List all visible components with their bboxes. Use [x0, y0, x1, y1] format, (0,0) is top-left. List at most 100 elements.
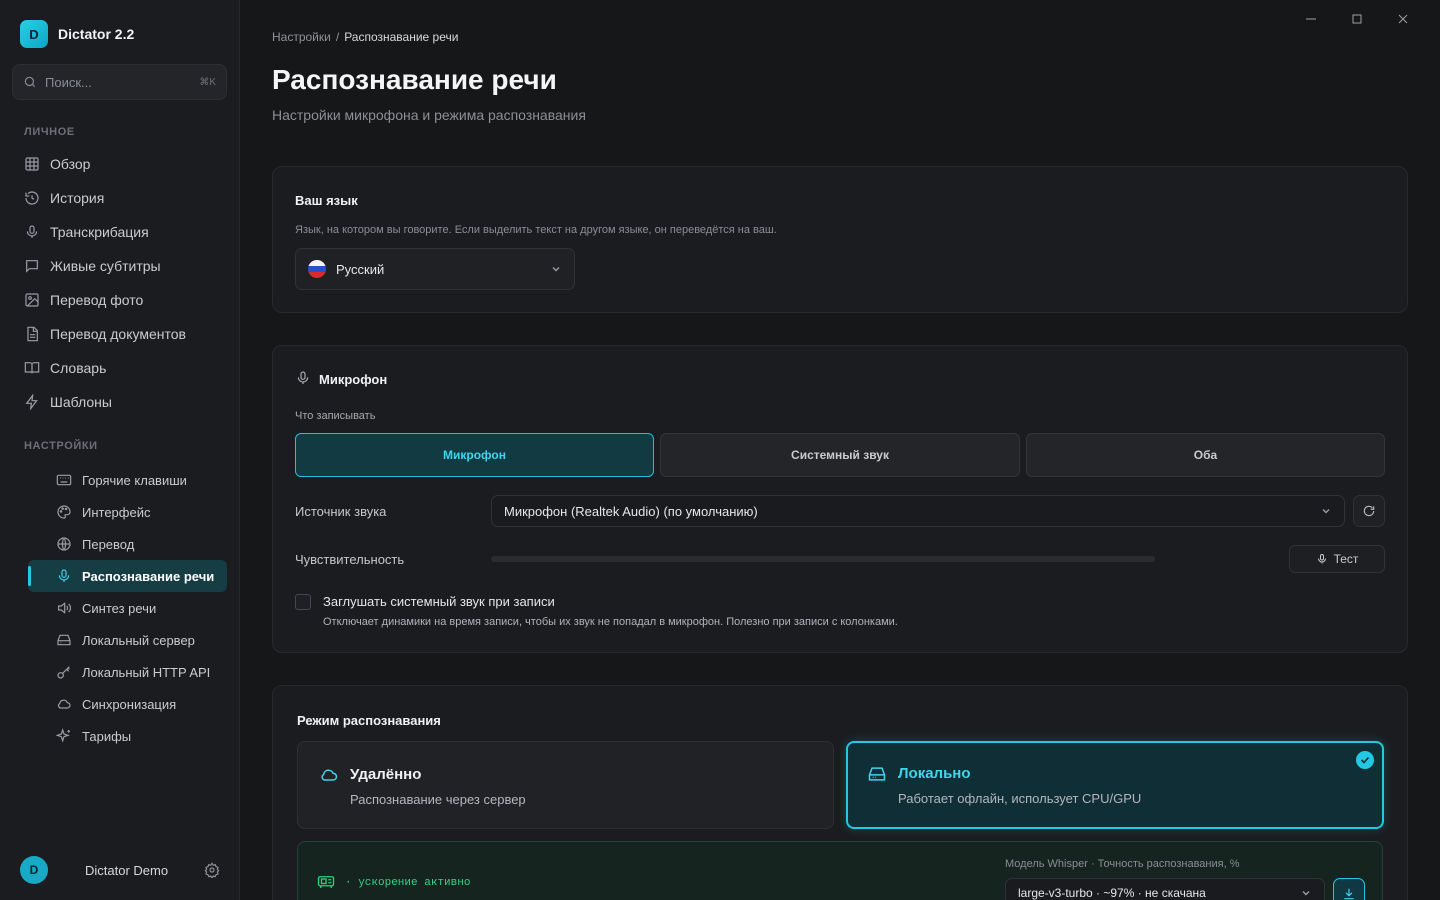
sidebar-item-overview[interactable]: Обзор	[12, 147, 228, 181]
sidebar-item-document-translation[interactable]: Перевод документов	[12, 317, 228, 351]
language-select[interactable]: Русский	[295, 248, 575, 290]
mic-icon	[56, 568, 72, 584]
sidebar-item-translation[interactable]: Перевод	[28, 528, 227, 560]
sidebar-item-sync[interactable]: Синхронизация	[28, 688, 227, 720]
sidebar-item-label: Обзор	[50, 156, 91, 172]
breadcrumb-parent[interactable]: Настройки	[272, 30, 331, 44]
sidebar-item-label: Словарь	[50, 360, 107, 376]
sidebar-item-speech-synthesis[interactable]: Синтез речи	[28, 592, 227, 624]
sidebar-item-label: Синхронизация	[82, 696, 177, 712]
sensitivity-label: Чувствительность	[295, 552, 405, 567]
microphone-title: Микрофон	[319, 372, 388, 387]
language-title: Ваш язык	[295, 193, 358, 208]
russia-flag-icon	[308, 260, 326, 278]
audio-source-value: Микрофон (Realtek Audio) (по умолчанию)	[504, 503, 758, 519]
avatar: D	[20, 856, 48, 884]
download-icon	[1342, 887, 1356, 900]
download-model-button[interactable]	[1333, 878, 1365, 900]
sidebar-item-hotkeys[interactable]: Горячие клавиши	[28, 464, 227, 496]
app-logo: D	[20, 20, 48, 48]
user-name: Dictator Demo	[85, 862, 169, 878]
sidebar-item-local-http-api[interactable]: Локальный HTTP API	[28, 656, 227, 688]
mode-local-description: Работает офлайн, использует CPU/GPU	[898, 791, 1142, 806]
speaker-icon	[56, 600, 72, 616]
recognition-title: Режим распознавания	[297, 713, 441, 728]
history-icon	[24, 190, 40, 206]
breadcrumb-separator: /	[335, 30, 340, 44]
minimize-button[interactable]	[1288, 10, 1334, 28]
sidebar-item-label: Шаблоны	[50, 394, 112, 410]
whisper-model-value: large-v3-turbo · ~97% · не скачана	[1018, 886, 1206, 900]
language-selected: Русский	[336, 261, 385, 277]
sidebar-item-live-subtitles[interactable]: Живые субтитры	[12, 249, 228, 283]
grid-icon	[24, 156, 40, 172]
key-icon	[56, 664, 72, 680]
record-option-system-audio[interactable]: Системный звук	[660, 433, 1020, 477]
sidebar-item-templates[interactable]: Шаблоны	[12, 385, 228, 419]
mode-remote-title: Удалённо	[350, 766, 422, 783]
mute-system-audio-checkbox[interactable]	[295, 594, 311, 610]
mute-description: Отключает динамики на время записи, чтоб…	[323, 616, 898, 628]
record-option-both[interactable]: Оба	[1026, 433, 1385, 477]
refresh-icon	[1362, 504, 1376, 518]
search-box[interactable]: ⌘K	[12, 64, 227, 100]
sidebar-item-transcription[interactable]: Транскрибация	[12, 215, 228, 249]
sidebar-item-label: Локальный сервер	[82, 632, 195, 648]
chevron-down-icon	[1320, 505, 1332, 517]
sidebar-item-interface[interactable]: Интерфейс	[28, 496, 227, 528]
mode-remote-option[interactable]: Удалённо Распознавание через сервер	[297, 741, 834, 829]
brand: D Dictator 2.2	[20, 20, 134, 48]
breadcrumb: Настройки / Распознавание речи	[272, 30, 458, 44]
refresh-devices-button[interactable]	[1353, 495, 1385, 527]
document-icon	[24, 326, 40, 342]
page-title: Распознавание речи	[272, 64, 557, 95]
section-label-settings: НАСТРОЙКИ	[24, 440, 98, 452]
close-button[interactable]	[1380, 10, 1426, 28]
user-profile[interactable]: D Dictator Demo	[20, 856, 220, 884]
server-icon	[56, 632, 72, 648]
sidebar-item-label: Перевод	[82, 536, 135, 552]
section-label-personal: ЛИЧНОЕ	[24, 126, 75, 138]
test-mic-button[interactable]: Тест	[1289, 545, 1385, 573]
sidebar-item-label: История	[50, 190, 105, 206]
sidebar: D Dictator 2.2 ⌘K ЛИЧНОЕ Обзор История Т…	[0, 0, 240, 900]
model-label: Модель Whisper · Точность распознавания,…	[1005, 858, 1240, 870]
sidebar-item-label: Транскрибация	[50, 224, 149, 240]
whisper-model-select[interactable]: large-v3-turbo · ~97% · не скачана	[1005, 878, 1325, 900]
sensitivity-meter[interactable]	[491, 556, 1155, 562]
test-mic-label: Тест	[1333, 552, 1359, 566]
record-option-microphone[interactable]: Микрофон	[295, 433, 654, 477]
page-subtitle: Настройки микрофона и режима распознаван…	[272, 107, 586, 123]
record-label: Что записывать	[295, 410, 376, 422]
gpu-icon	[317, 875, 335, 889]
book-icon	[24, 360, 40, 376]
sidebar-item-label: Перевод фото	[50, 292, 144, 308]
sidebar-item-label: Локальный HTTP API	[82, 664, 211, 680]
sidebar-item-photo-translation[interactable]: Перевод фото	[12, 283, 228, 317]
sidebar-item-label: Распознавание речи	[82, 568, 215, 584]
local-acceleration-panel: · ускорение активно Модель Whisper · Точ…	[297, 841, 1383, 900]
sidebar-item-label: Горячие клавиши	[82, 472, 187, 488]
sidebar-item-local-server[interactable]: Локальный сервер	[28, 624, 227, 656]
sidebar-item-label: Перевод документов	[50, 326, 186, 342]
chevron-down-icon	[1300, 887, 1312, 899]
recognition-mode-card: Режим распознавания Удалённо Распознаван…	[272, 685, 1408, 900]
language-card: Ваш язык Язык, на котором вы говорите. Е…	[272, 166, 1408, 313]
maximize-button[interactable]	[1334, 10, 1380, 28]
microphone-card: Микрофон Что записывать Микрофон Системн…	[272, 345, 1408, 653]
sidebar-item-speech-recognition[interactable]: Распознавание речи	[28, 560, 227, 592]
mode-local-option[interactable]: Локально Работает офлайн, использует CPU…	[846, 741, 1384, 829]
sidebar-item-dictionary[interactable]: Словарь	[12, 351, 228, 385]
globe-icon	[56, 536, 72, 552]
sidebar-item-pricing[interactable]: Тарифы	[28, 720, 227, 752]
sidebar-item-history[interactable]: История	[12, 181, 228, 215]
bolt-icon	[24, 394, 40, 410]
sidebar-item-label: Интерфейс	[82, 504, 151, 520]
gear-icon[interactable]	[204, 862, 220, 878]
keyboard-icon	[56, 472, 72, 488]
audio-source-select[interactable]: Микрофон (Realtek Audio) (по умолчанию)	[491, 495, 1345, 527]
hard-drive-icon	[867, 764, 887, 784]
window-controls	[1288, 10, 1426, 28]
mode-remote-description: Распознавание через сервер	[350, 792, 526, 807]
search-input[interactable]	[45, 74, 192, 90]
